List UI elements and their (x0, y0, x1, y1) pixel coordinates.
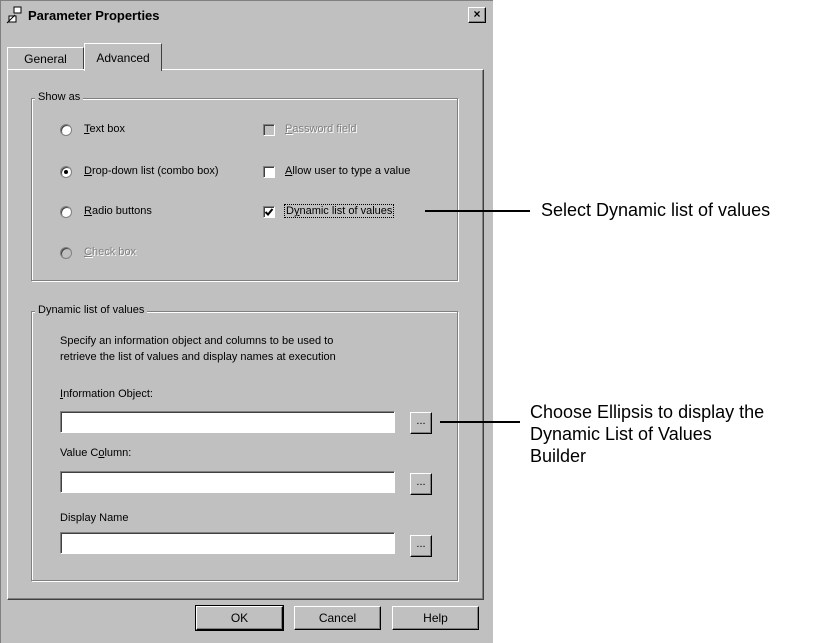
dynamic-list-legend: Dynamic list of values (35, 304, 148, 316)
window-title: Parameter Properties (28, 7, 160, 23)
label-check-box: Check box (84, 246, 136, 258)
value-column-input[interactable] (60, 471, 395, 493)
callout-line-ellipsis (440, 421, 520, 423)
parameter-icon (6, 6, 24, 24)
checkbox-allow-type[interactable] (263, 166, 275, 178)
description-line-2: retrieve the list of values and display … (60, 351, 336, 363)
show-as-legend: Show as (35, 91, 84, 103)
display-name-ellipsis-button[interactable]: ... (410, 535, 432, 557)
callout-line-dynamic-list (425, 210, 530, 212)
info-object-input[interactable] (60, 411, 395, 433)
close-button[interactable]: × (468, 7, 486, 23)
info-object-ellipsis-button[interactable]: ... (410, 412, 432, 434)
callout-ellipsis-line-2: Dynamic List of Values (530, 424, 712, 444)
radio-check-box (60, 247, 72, 259)
display-name-input[interactable] (60, 532, 395, 554)
label-radio-buttons[interactable]: Radio buttons (84, 205, 152, 217)
label-dynamic-list[interactable]: Dynamic list of values (283, 204, 395, 218)
checkbox-password-field (263, 124, 275, 136)
checkmark-icon (264, 208, 274, 216)
cancel-button[interactable]: Cancel (294, 606, 381, 630)
title-bar: Parameter Properties × (4, 4, 490, 26)
radio-radio-buttons[interactable] (60, 206, 72, 218)
label-password-field: Password field (285, 123, 357, 135)
value-column-label: Value Column: (60, 447, 132, 459)
tab-advanced[interactable]: Advanced (84, 43, 162, 71)
label-allow-type[interactable]: Allow user to type a value (285, 165, 410, 177)
callout-dynamic-list: Select Dynamic list of values (541, 200, 771, 220)
checkbox-dynamic-list[interactable] (263, 206, 275, 218)
description-line-1: Specify an information object and column… (60, 335, 334, 347)
label-text-box[interactable]: Text box (84, 123, 125, 135)
info-object-label: Information Object: (60, 388, 153, 400)
label-dropdown-list[interactable]: Drop-down list (combo box) (84, 165, 219, 177)
help-button[interactable]: Help (392, 606, 479, 630)
display-name-label: Display Name (60, 512, 129, 524)
value-column-ellipsis-button[interactable]: ... (410, 473, 432, 495)
tab-general[interactable]: General (7, 47, 84, 69)
ok-button[interactable]: OK (195, 605, 284, 631)
radio-dropdown-list[interactable] (60, 166, 72, 178)
callout-ellipsis-line-1: Choose Ellipsis to display the (530, 402, 765, 422)
radio-text-box[interactable] (60, 124, 72, 136)
callout-ellipsis-line-3: Builder (530, 446, 587, 466)
